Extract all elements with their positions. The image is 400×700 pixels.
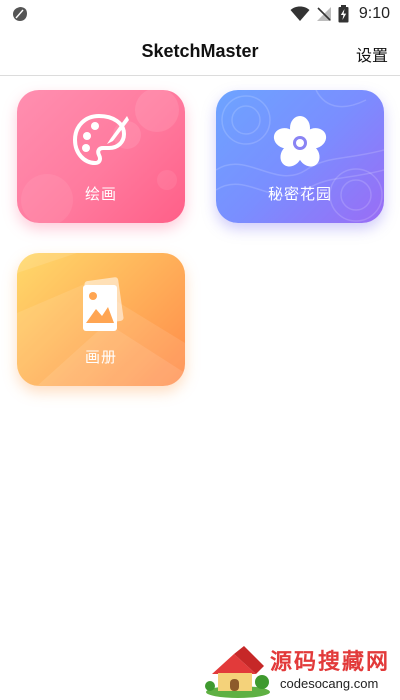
album-tile[interactable]: 画册 bbox=[17, 253, 185, 386]
no-signal-icon bbox=[316, 7, 331, 21]
drawing-tile-label: 绘画 bbox=[84, 185, 117, 203]
watermark: 源码搜藏网 codesocang.com bbox=[204, 642, 400, 700]
watermark-title: 源码搜藏网 bbox=[270, 650, 391, 675]
settings-button[interactable]: 设置 bbox=[356, 42, 388, 66]
house-logo-icon bbox=[205, 646, 270, 698]
battery-charging-icon bbox=[338, 5, 349, 23]
app-title: SketchMaster bbox=[141, 41, 259, 61]
palette-icon bbox=[73, 114, 129, 165]
wifi-icon bbox=[290, 6, 310, 21]
album-tile-label: 画册 bbox=[84, 348, 117, 366]
watermark-url: codesocang.com bbox=[280, 676, 379, 691]
app-bar: SketchMaster 设置 bbox=[0, 28, 400, 76]
notification-icon bbox=[13, 7, 27, 21]
secret-garden-tile[interactable]: 秘密花园 bbox=[216, 90, 384, 223]
status-bar: 9:10 bbox=[0, 0, 400, 28]
photo-album-icon bbox=[83, 277, 124, 331]
flower-icon bbox=[273, 116, 327, 167]
secret-garden-tile-label: 秘密花园 bbox=[267, 185, 332, 203]
drawing-tile[interactable]: 绘画 bbox=[17, 90, 185, 223]
status-time: 9:10 bbox=[358, 5, 390, 22]
